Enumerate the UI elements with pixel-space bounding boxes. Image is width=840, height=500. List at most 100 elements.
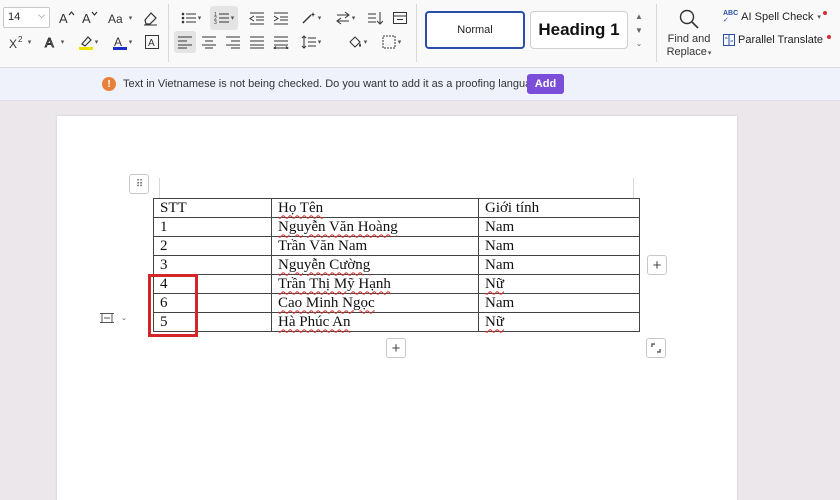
table-row: 4 Trần Thị Mỹ Hạnh Nữ [153,274,640,294]
header-cell[interactable]: Họ Tên [271,198,479,218]
svg-text:A: A [82,11,91,25]
table-cell[interactable]: Nam [478,236,640,256]
style-normal[interactable]: Normal [425,11,525,49]
svg-text:A: A [59,11,68,25]
proofing-message-text: Text in Vietnamese is not being checked.… [123,78,550,90]
table-cell[interactable]: Nữ [478,312,640,332]
table-cell[interactable]: Nguyễn Cường [271,255,479,275]
svg-text:A: A [114,35,122,49]
table-cell[interactable]: Cao Minh Ngọc [271,293,479,313]
style-normal-label: Normal [457,24,493,36]
svg-text:3: 3 [214,20,217,25]
parallel-translate-label: Parallel Translate [738,34,823,46]
resize-table-icon[interactable] [646,338,666,358]
show-marks-icon[interactable] [390,8,410,28]
divider [168,4,169,62]
header-cell[interactable]: STT [153,198,272,218]
table-cell[interactable]: 2 [153,236,272,256]
new-badge-dot [827,35,831,39]
table-row: 6 Cao Minh Ngọc Nam [153,293,640,313]
table-row: 3 Nguyễn Cường Nam [153,255,640,275]
align-right-icon[interactable] [223,32,243,52]
align-left-icon[interactable] [174,31,196,53]
student-table: STT Họ Tên Giới tính 1 Nguyễn Văn Hoàng … [153,198,640,332]
table-cell[interactable]: Nam [478,217,640,237]
numbering-icon[interactable]: 1 2 3 ▾ [210,6,238,30]
sort-icon[interactable] [365,8,385,28]
bullets-icon[interactable]: ▾ [177,8,205,28]
char-border-icon[interactable]: A [142,32,162,52]
table-cell[interactable]: Nam [478,255,640,275]
table-row: 2 Trần Văn Nam Nam [153,236,640,256]
font-shrink-icon[interactable]: A [80,8,100,28]
change-case-icon[interactable]: Aa ▾ [106,8,134,28]
superscript-icon[interactable]: X 2 ▾ [6,32,34,52]
margin-guide [159,178,160,198]
style-heading-1-label: Heading 1 [538,20,620,39]
find-replace-label-2: Replace▾ [666,46,712,58]
search-icon [679,9,699,29]
svg-text:2: 2 [18,35,23,44]
line-spacing-icon[interactable]: ▾ [297,32,325,52]
ai-spell-check-label: AI Spell Check [741,11,814,23]
chevron-up-icon[interactable]: ▲ [635,12,643,21]
ai-spell-check-button[interactable]: ABC ✓ AI Spell Check ▾ [723,10,821,24]
translate-icon [723,34,735,46]
add-row-button[interactable]: + [386,338,406,358]
table-cell[interactable]: Nam [478,293,640,313]
warning-icon: ! [102,77,116,91]
font-color-icon[interactable]: A ▾ [108,32,136,52]
decrease-indent-icon[interactable] [247,8,267,28]
magic-format-icon[interactable]: ▾ [297,8,325,28]
header-cell[interactable]: Giới tính [478,198,640,218]
table-cell[interactable]: 1 [153,217,272,237]
increase-indent-icon[interactable] [271,8,291,28]
parallel-translate-button[interactable]: Parallel Translate [723,34,823,46]
margin-guide [633,178,634,198]
add-proofing-language-button[interactable]: Add [527,74,564,94]
add-column-button[interactable]: + [647,255,667,275]
table-cell[interactable]: Hà Phúc An [271,312,479,332]
table-cell[interactable]: 3 [153,255,272,275]
table-cell[interactable]: Nguyễn Văn Hoàng [271,217,479,237]
spell-check-icon: ABC ✓ [723,10,739,24]
divider [656,4,657,62]
find-replace-label-1: Find and [667,33,711,45]
ribbon-toolbar: 14 ⌵ A A Aa ▾ X 2 ▾ A ▾ ▾ A ▾ A ▾ 1 2 3 ▾ ▾ [0,0,840,68]
svg-text:A: A [45,35,54,50]
highlight-icon[interactable]: ▾ [74,32,102,52]
table-header-row: STT Họ Tên Giới tính [153,198,640,218]
text-effect-icon[interactable]: A ▾ [40,32,68,52]
highlight-annotation-box [148,274,198,337]
font-size-value: 14 [8,11,21,23]
table-cell[interactable]: Trần Thị Mỹ Hạnh [271,274,479,294]
table-cell[interactable]: Nữ [478,274,640,294]
chevron-down-icon: ⌵ [38,10,45,20]
text-direction-icon[interactable]: ▾ [331,8,359,28]
style-heading-1[interactable]: Heading 1 [530,11,628,49]
divider [416,4,417,62]
table-move-handle-icon[interactable]: ⠿ [129,174,149,194]
new-badge-dot [823,11,827,15]
row-options-menu[interactable]: ⌄ [100,312,127,324]
table-cell[interactable]: Trần Văn Nam [271,236,479,256]
svg-text:X: X [9,37,17,49]
table-row: 5 Hà Phúc An Nữ [153,312,640,332]
table-row: 1 Nguyễn Văn Hoàng Nam [153,217,640,237]
font-size-select[interactable]: 14 ⌵ [3,7,50,28]
chevron-down-icon: ⌄ [121,315,127,322]
justify-icon[interactable] [247,32,267,52]
align-center-icon[interactable] [199,32,219,52]
find-and-replace-button[interactable]: Find and Replace▾ [664,8,714,64]
clear-format-icon[interactable] [140,8,160,28]
svg-text:Aa: Aa [108,12,123,25]
svg-text:A: A [148,38,155,49]
shading-icon[interactable]: ▾ [343,32,371,52]
styles-scroll[interactable]: ▲ ▼ ⌄ [632,12,646,48]
more-styles-icon[interactable]: ⌄ [636,39,643,48]
chevron-down-icon[interactable]: ▼ [635,26,643,35]
distributed-icon[interactable] [271,32,291,52]
row-options-icon [100,313,114,323]
font-grow-icon[interactable]: A [57,8,77,28]
borders-icon[interactable]: ▾ [377,32,405,52]
